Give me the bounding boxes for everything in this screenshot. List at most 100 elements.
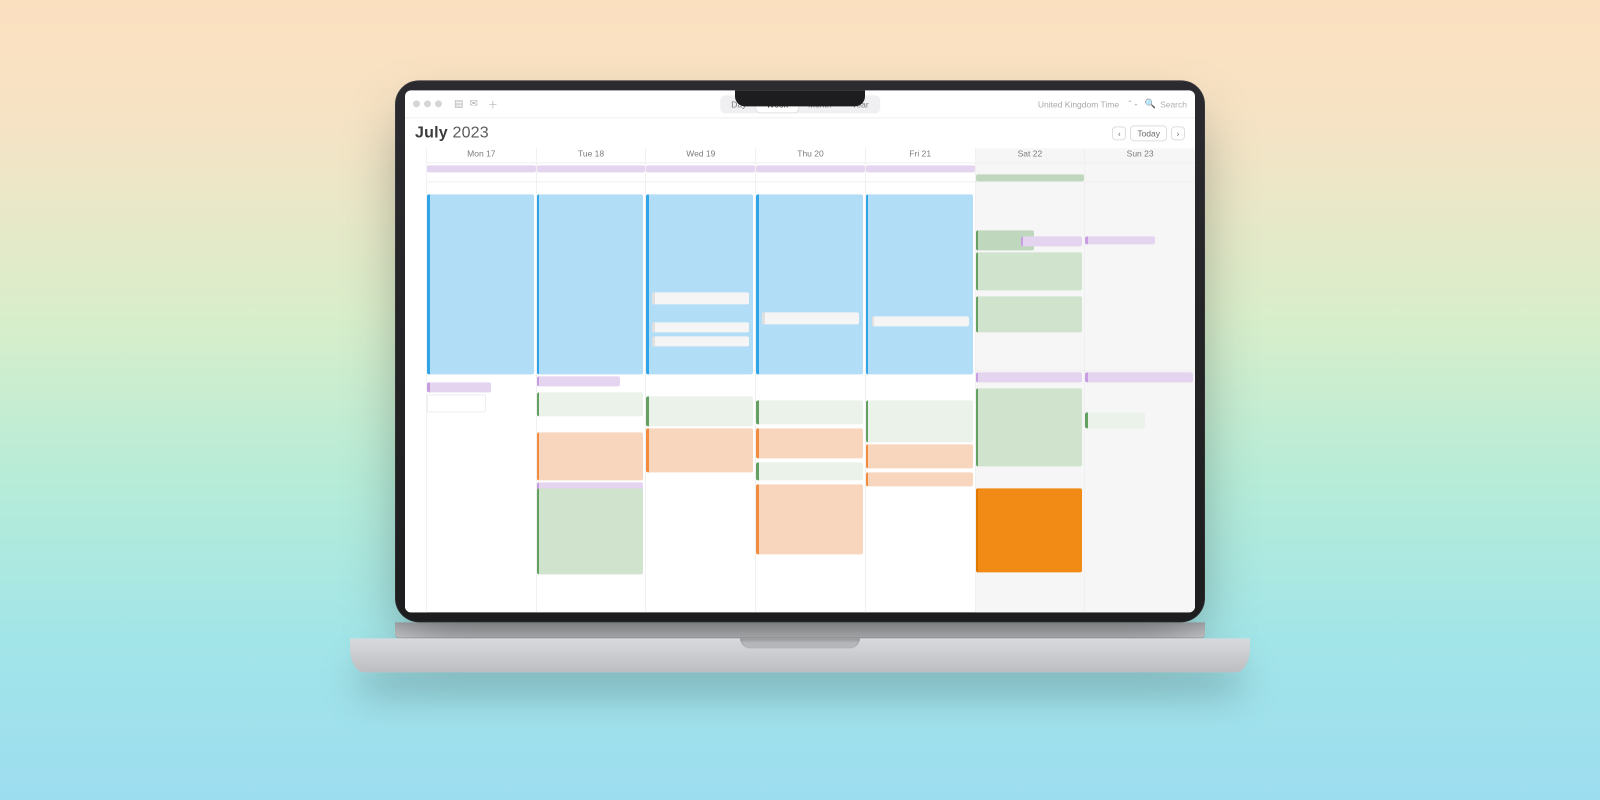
- calendar-event[interactable]: [756, 462, 863, 480]
- allday-event[interactable]: [756, 165, 865, 172]
- close-dot[interactable]: [413, 100, 420, 107]
- event-accent-bar: [428, 395, 431, 411]
- allday-row[interactable]: [1085, 162, 1195, 182]
- allday-row[interactable]: [537, 162, 646, 182]
- calendar-event[interactable]: [537, 392, 644, 416]
- event-accent-bar: [1085, 236, 1088, 244]
- calendar-event[interactable]: [427, 194, 534, 374]
- day-column[interactable]: Mon 17: [427, 148, 537, 612]
- allday-row[interactable]: [866, 162, 975, 182]
- display-notch: [735, 90, 865, 106]
- calendar-event[interactable]: [537, 432, 644, 480]
- zoom-dot[interactable]: [435, 100, 442, 107]
- day-column[interactable]: Tue 18: [537, 148, 647, 612]
- search-field[interactable]: 🔍 Search: [1145, 98, 1187, 109]
- calendar-event[interactable]: [1021, 236, 1083, 246]
- calendar-event[interactable]: [976, 488, 1083, 572]
- inbox-icon[interactable]: ✉: [469, 98, 477, 109]
- calendar-event[interactable]: [1085, 412, 1145, 428]
- calendar-event[interactable]: [537, 194, 644, 374]
- day-header: Tue 18: [537, 148, 646, 162]
- day-body[interactable]: [1085, 182, 1195, 612]
- add-event-button[interactable]: ＋: [488, 96, 498, 111]
- calendar-event[interactable]: [427, 382, 491, 392]
- allday-row[interactable]: [427, 162, 536, 182]
- allday-event[interactable]: [646, 165, 755, 172]
- event-accent-bar: [976, 252, 979, 290]
- calendar-event[interactable]: [646, 194, 753, 374]
- calendar-event[interactable]: [872, 316, 969, 326]
- event-accent-bar: [866, 194, 869, 374]
- allday-row[interactable]: [756, 162, 865, 182]
- search-placeholder: Search: [1160, 99, 1187, 109]
- event-accent-bar: [976, 488, 979, 572]
- allday-event[interactable]: [427, 165, 536, 172]
- allday-event[interactable]: [976, 174, 1085, 181]
- event-accent-bar: [427, 194, 430, 374]
- day-body[interactable]: [537, 182, 646, 612]
- calendar-event[interactable]: [866, 400, 973, 442]
- calendar-event[interactable]: [1085, 372, 1193, 382]
- calendar-event[interactable]: [866, 444, 973, 468]
- day-body[interactable]: [427, 182, 536, 612]
- calendars-icon[interactable]: ▤: [454, 98, 463, 109]
- laptop-lid: ▤ ✉ ＋ DayWeekMonthYear United Kingdom Ti…: [395, 80, 1205, 622]
- calendar-event[interactable]: [866, 194, 973, 374]
- calendar-event[interactable]: [756, 400, 863, 424]
- event-accent-bar: [866, 444, 869, 468]
- calendar-event[interactable]: [652, 336, 749, 346]
- event-accent-bar: [652, 292, 655, 304]
- allday-row[interactable]: [646, 162, 755, 182]
- time-gutter: [405, 148, 427, 612]
- prev-week-button[interactable]: ‹: [1112, 126, 1126, 140]
- month-title: July 2023: [415, 124, 489, 142]
- allday-event[interactable]: [866, 165, 975, 172]
- calendar-event[interactable]: [756, 428, 863, 458]
- calendar-event[interactable]: [537, 488, 644, 574]
- day-column[interactable]: Sat 22: [976, 148, 1086, 612]
- event-accent-bar: [872, 316, 875, 326]
- timezone-picker[interactable]: United Kingdom Time ⌃⌄: [1038, 99, 1139, 109]
- chevron-updown-icon: ⌃⌄: [1127, 100, 1139, 107]
- event-accent-bar: [652, 336, 655, 346]
- day-body[interactable]: [866, 182, 975, 612]
- trackpad-notch: [740, 638, 860, 648]
- calendar-event[interactable]: [652, 292, 749, 304]
- day-body[interactable]: [756, 182, 865, 612]
- calendar-event[interactable]: [646, 396, 753, 426]
- calendar-event[interactable]: [652, 322, 749, 332]
- day-column[interactable]: Fri 21: [866, 148, 976, 612]
- calendar-event[interactable]: [976, 296, 1083, 332]
- day-column[interactable]: Sun 23: [1085, 148, 1195, 612]
- window-controls[interactable]: [413, 100, 442, 107]
- calendar-event[interactable]: [976, 252, 1083, 290]
- minimize-dot[interactable]: [424, 100, 431, 107]
- calendar-app: ▤ ✉ ＋ DayWeekMonthYear United Kingdom Ti…: [405, 90, 1195, 612]
- day-header: Mon 17: [427, 148, 536, 162]
- day-body[interactable]: [646, 182, 755, 612]
- day-column[interactable]: Wed 19: [646, 148, 756, 612]
- calendar-event[interactable]: [756, 484, 863, 554]
- event-accent-bar: [756, 428, 759, 458]
- calendar-event[interactable]: [427, 394, 486, 412]
- allday-event[interactable]: [537, 165, 646, 172]
- day-body[interactable]: [976, 182, 1085, 612]
- calendar-event[interactable]: [976, 388, 1083, 466]
- calendar-event[interactable]: [976, 372, 1083, 382]
- event-accent-bar: [646, 428, 649, 472]
- today-button[interactable]: Today: [1130, 125, 1167, 141]
- calendar-event[interactable]: [646, 428, 753, 472]
- event-accent-bar: [762, 312, 765, 324]
- calendar-event[interactable]: [756, 194, 863, 374]
- calendar-event[interactable]: [866, 472, 973, 486]
- allday-row[interactable]: [976, 162, 1085, 182]
- calendar-event[interactable]: [537, 376, 621, 386]
- event-accent-bar: [1085, 372, 1088, 382]
- calendar-event[interactable]: [762, 312, 859, 324]
- next-week-button[interactable]: ›: [1171, 126, 1185, 140]
- laptop-hinge: [395, 622, 1205, 638]
- day-column[interactable]: Thu 20: [756, 148, 866, 612]
- calendar-event[interactable]: [1085, 236, 1155, 244]
- event-accent-bar: [976, 388, 979, 466]
- laptop-base: [350, 638, 1250, 672]
